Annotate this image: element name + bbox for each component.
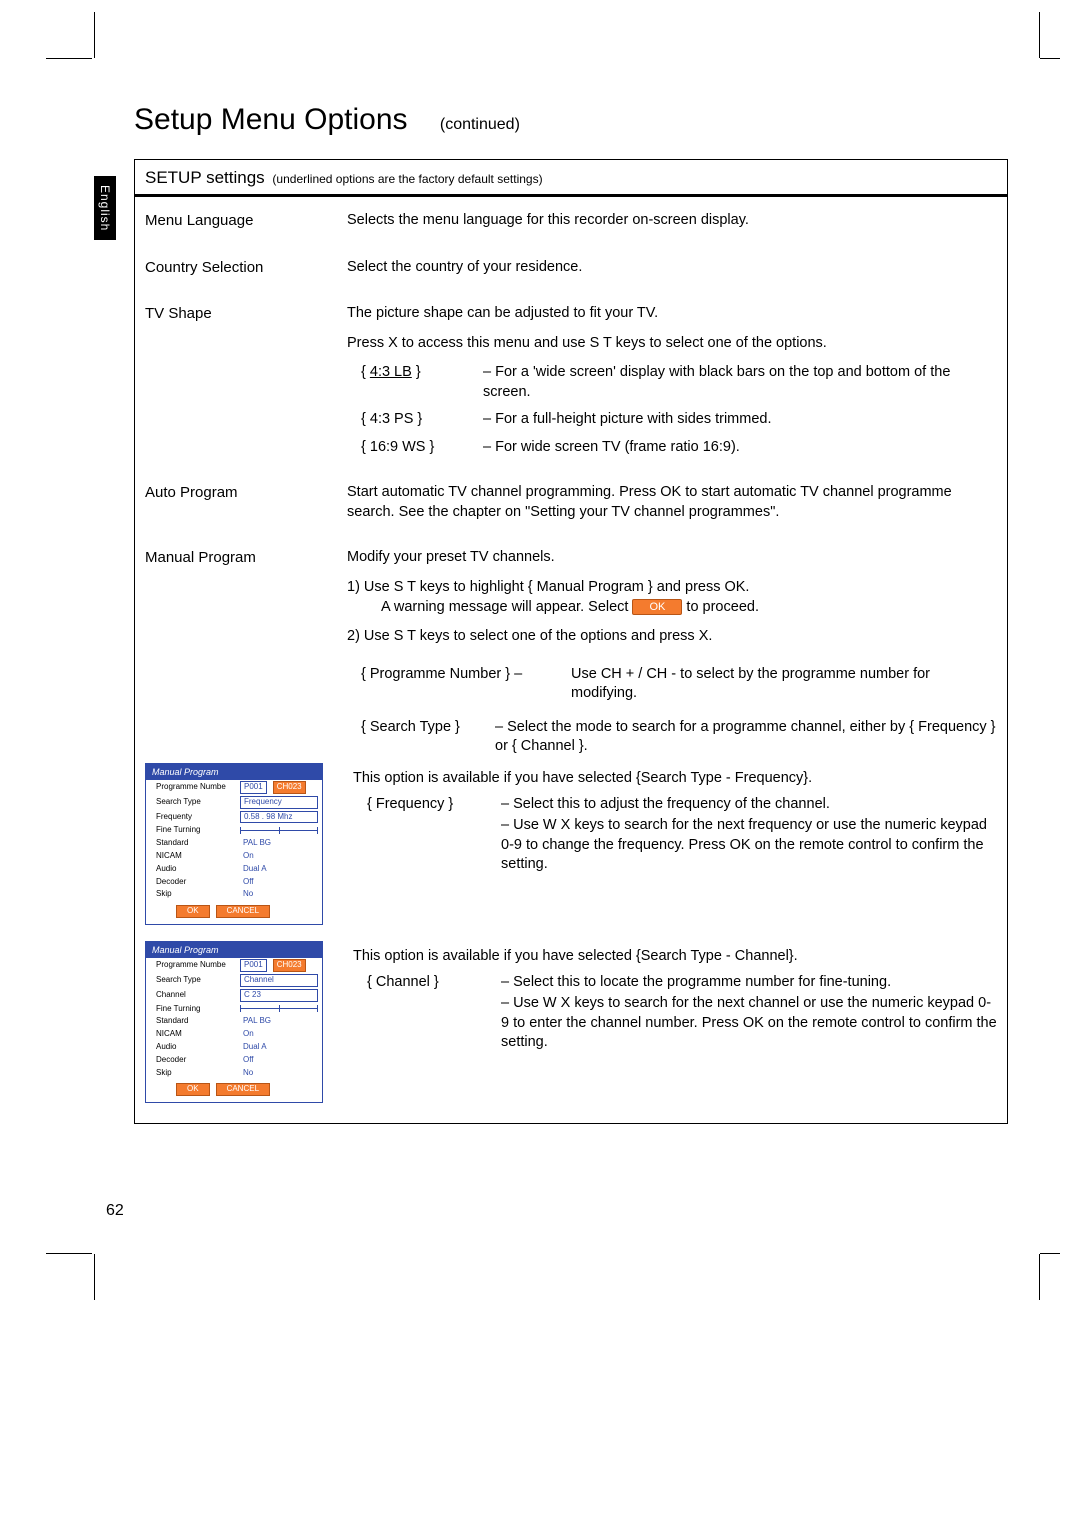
osd-row: NICAMOn [146,1028,322,1041]
osd-row: SkipNo [146,888,322,901]
osd-title-chan: Manual Program [146,942,322,958]
row-tv-shape: TV Shape The picture shape can be adjust… [145,304,997,457]
osd-title-freq: Manual Program [146,764,322,780]
panel-header-note: (underlined options are the factory defa… [272,172,542,186]
opt-key-frequency: { Frequency } [353,795,491,877]
osd-ok-button[interactable]: OK [176,905,210,918]
osd-row: StandardPAL BG [146,1015,322,1028]
opt-key-lb: 4:3 LB [370,364,412,380]
opt-key-ws: 16:9 WS [370,439,426,455]
osd-row: Search TypeChannel [146,973,322,988]
osd-row: Search TypeFrequency [146,795,322,810]
opt-key-prog-num: { Programme Number } – [347,665,561,704]
row-auto-program: Auto Program Start automatic TV channel … [145,483,997,522]
osd-row: Fine Turning [146,1003,322,1016]
frequency-d1: Select this to adjust the frequency of t… [501,796,830,812]
label-country-selection: Country Selection [145,258,335,278]
osd-row: DecoderOff [146,1054,322,1067]
page-title-main: Setup Menu Options [134,103,408,136]
osd-row: Frequenty0.58 . 98 Mhz [146,810,322,825]
manual-program-intro: Modify your preset TV channels. [347,548,997,568]
desc-menu-language: Selects the menu language for this recor… [347,211,997,231]
osd-row: Programme NumbeP001CH023 [146,780,322,795]
opt-desc-ws: For wide screen TV (frame ratio 16:9). [483,438,740,458]
opt-programme-number: { Programme Number } – Use CH + / CH - t… [347,665,997,704]
osd-ok-button[interactable]: OK [176,1083,210,1096]
page-title-sub: (continued) [416,116,520,133]
setup-settings-panel: SETUP settings (underlined options are t… [134,159,1008,1125]
language-tab: English [94,176,116,240]
desc-auto-program: Start automatic TV channel programming. … [347,483,997,522]
tv-shape-opt-ps: 4:3 PS For a full-height picture with si… [347,410,997,430]
manual-program-step2: 2) Use S T keys to select one of the opt… [347,627,997,647]
frequency-note: This option is available if you have sel… [353,769,997,789]
osd-row: NICAMOn [146,850,322,863]
page-title: Setup Menu Options (continued) [134,100,1008,141]
page-number: 62 [106,1200,124,1222]
channel-note: This option is available if you have sel… [353,947,997,967]
tv-shape-opt-lb: 4:3 LB For a 'wide screen' display with … [347,363,997,402]
opt-key-ps: 4:3 PS [370,411,414,427]
osd-row: ChannelC 23 [146,988,322,1003]
opt-desc-ps: For a full-height picture with sides tri… [483,410,772,430]
label-auto-program: Auto Program [145,483,335,503]
tv-shape-desc2: Press X to access this menu and use S T … [347,334,997,354]
label-manual-program: Manual Program [145,548,335,568]
desc-country-selection: Select the country of your residence. [347,258,997,278]
channel-d1: Select this to locate the programme numb… [501,974,891,990]
osd-cancel-button[interactable]: CANCEL [216,905,270,918]
panel-header: SETUP settings (underlined options are t… [135,160,1007,198]
label-tv-shape: TV Shape [145,304,335,324]
osd-manual-program-channel: Manual Program Programme NumbeP001CH023S… [145,941,323,1103]
osd-row: DecoderOff [146,876,322,889]
opt-desc-prog-num: Use CH + / CH - to select by the program… [571,665,997,704]
opt-key-channel: { Channel } [353,973,491,1055]
tv-shape-desc1: The picture shape can be adjusted to fit… [347,304,997,324]
osd-row: StandardPAL BG [146,837,322,850]
frequency-d2: Use W X keys to search for the next freq… [501,817,987,872]
osd-row: SkipNo [146,1067,322,1080]
opt-desc-lb: For a 'wide screen' display with black b… [483,363,997,402]
opt-key-search-type: { Search Type } [347,718,485,757]
osd-row: AudioDual A [146,1041,322,1054]
osd-row: AudioDual A [146,863,322,876]
row-manual-program: Manual Program Modify your preset TV cha… [145,548,997,757]
channel-d2: Use W X keys to search for the next chan… [501,995,997,1050]
row-menu-language: Menu Language Selects the menu language … [145,211,997,231]
manual-program-step1: 1) Use S T keys to highlight { Manual Pr… [347,578,997,617]
label-menu-language: Menu Language [145,211,335,231]
opt-search-type: { Search Type } Select the mode to searc… [347,718,997,757]
panel-header-main: SETUP settings [145,168,265,187]
row-country-selection: Country Selection Select the country of … [145,258,997,278]
osd-manual-program-frequency: Manual Program Programme NumbeP001CH023S… [145,763,323,925]
osd-row: Programme NumbeP001CH023 [146,958,322,973]
tv-shape-opt-ws: 16:9 WS For wide screen TV (frame ratio … [347,438,997,458]
osd-cancel-button[interactable]: CANCEL [216,1083,270,1096]
opt-desc-search-type: Select the mode to search for a programm… [495,719,996,755]
osd-row: Fine Turning [146,824,322,837]
ok-button-inline[interactable]: OK [632,599,682,615]
